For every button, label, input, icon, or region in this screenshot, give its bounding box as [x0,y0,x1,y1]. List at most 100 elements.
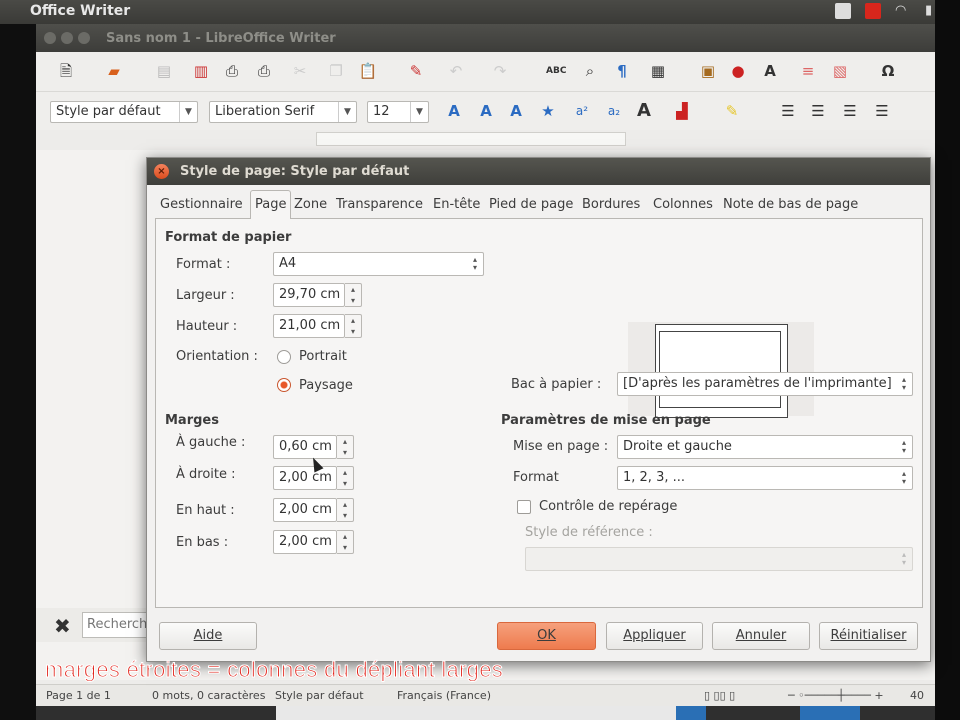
highlight-icon[interactable]: ▟ [672,101,692,121]
special-character-icon[interactable]: Ω [878,61,898,81]
close-icon[interactable]: × [154,164,169,179]
paper-format-select[interactable]: A4 ▴ ▾ [273,252,484,276]
tab-note-de-bas-de-page[interactable]: Note de bas de page [721,193,860,218]
page-layout-select[interactable]: Droite et gauche ▴ ▾ [617,435,913,459]
height-input[interactable]: 21,00 cm [273,314,345,338]
view-layout-icon[interactable]: ▯ ▯▯ ▯ [704,689,735,702]
align-left-icon[interactable]: ☰ [778,101,798,121]
tab-bordures[interactable]: Bordures [580,193,642,218]
print-preview-icon[interactable]: ⎙ [254,61,274,81]
undo-icon[interactable]: ↶ [446,61,466,81]
image-icon[interactable]: ▣ [698,61,718,81]
header-footer-icon[interactable]: ≡ [798,61,818,81]
tab-en-tete[interactable]: En-tête [431,193,482,218]
indicator-icon[interactable] [865,3,881,19]
landscape-radio[interactable] [277,378,291,392]
table-icon[interactable]: ▦ [648,61,668,81]
find-input[interactable]: Recherch [82,612,152,638]
font-size-combo[interactable]: 12 ▼ [367,101,429,123]
justify-icon[interactable]: ☰ [872,101,892,121]
portrait-radio[interactable] [277,350,291,364]
apply-button[interactable]: Appliquer [606,622,703,650]
zoom-level[interactable]: 40 [910,689,924,702]
margin-bottom-input[interactable]: 2,00 cm [273,530,337,554]
superscript-icon[interactable]: a² [572,101,592,121]
page-strip-accent [676,706,706,720]
chevron-down-icon[interactable]: ▼ [179,102,197,122]
page-style-status[interactable]: Style par défaut [275,689,364,702]
fontwork-icon[interactable]: A [760,61,780,81]
number-format-select[interactable]: 1, 2, 3, ... ▴ ▾ [617,466,913,490]
width-input[interactable]: 29,70 cm [273,283,345,307]
clone-format-icon[interactable]: ✎ [406,61,426,81]
cut-icon[interactable]: ✂ [290,61,310,81]
star-icon[interactable]: ★ [538,101,558,121]
margin-right-value: 2,00 cm [279,470,332,485]
margin-right-spinner[interactable]: ▴ ▾ [337,466,354,490]
margin-left-spinner[interactable]: ▴ ▾ [337,435,354,459]
chevron-down-icon[interactable]: ▼ [338,102,356,122]
print-icon[interactable]: ⎙ [222,61,242,81]
margin-right-input[interactable]: 2,00 cm [273,466,337,490]
page-count: Page 1 de 1 [46,689,111,702]
portrait-label[interactable]: Portrait [299,349,347,364]
save-icon[interactable]: ▤ [154,61,174,81]
notes-icon[interactable] [835,3,851,19]
reset-button[interactable]: Réinitialiser [819,622,918,650]
find-replace-icon[interactable]: ⌕ [580,61,600,81]
wifi-icon[interactable]: ◠ [895,3,911,19]
copy-icon[interactable]: ❐ [326,61,346,81]
shadow-font-icon[interactable]: A [476,101,496,121]
ok-button[interactable]: OK [497,622,596,650]
close-find-icon[interactable]: ✖ [54,614,71,638]
cancel-button[interactable]: Annuler [712,622,810,650]
spellcheck-icon[interactable]: ABC [546,61,566,81]
tab-colonnes[interactable]: Colonnes [651,193,715,218]
tab-gestionnaire[interactable]: Gestionnaire [158,193,245,218]
close-window-icon[interactable] [44,32,56,44]
chevron-down-icon[interactable]: ▼ [410,102,428,122]
tab-page[interactable]: Page [250,190,292,219]
help-button[interactable]: Aide [159,622,257,650]
margin-top-input[interactable]: 2,00 cm [273,498,337,522]
subscript-icon[interactable]: a₂ [604,101,624,121]
battery-icon[interactable]: ▮ [925,3,935,19]
outline-font-icon[interactable]: A [444,101,464,121]
landscape-label[interactable]: Paysage [299,378,353,393]
marker-icon[interactable]: ✎ [722,101,742,121]
font-name-combo[interactable]: Liberation Serif ▼ [209,101,357,123]
minimize-window-icon[interactable] [61,32,73,44]
tab-zone[interactable]: Zone [292,193,329,218]
ruler[interactable] [316,132,626,146]
underline-font-icon[interactable]: A [506,101,526,121]
paper-tray-select[interactable]: [D'après les paramètres de l'imprimante]… [617,372,913,396]
margin-bottom-label: En bas : [176,535,229,550]
maximize-window-icon[interactable] [78,32,90,44]
margin-top-spinner[interactable]: ▴ ▾ [337,498,354,522]
register-true-label[interactable]: Contrôle de repérage [539,499,677,514]
margin-bottom-spinner[interactable]: ▴ ▾ [337,530,354,554]
font-color-icon[interactable]: A [634,101,654,121]
height-spinner[interactable]: ▴ ▾ [345,314,362,338]
new-document-icon[interactable]: 🗎 [56,61,76,81]
open-folder-icon[interactable]: ▰ [104,61,124,81]
comment-icon[interactable]: ▧ [830,61,850,81]
chart-icon[interactable]: ● [728,61,748,81]
align-center-icon[interactable]: ☰ [808,101,828,121]
formatting-marks-icon[interactable]: ¶ [612,61,632,81]
align-right-icon[interactable]: ☰ [840,101,860,121]
standard-toolbar: 🗎 ▰ ▤ ▥ ⎙ ⎙ ✂ ❐ 📋 ✎ ↶ ↷ ABC ⌕ ¶ ▦ ▣ ● A … [36,52,935,92]
tab-pied-de-page[interactable]: Pied de page [487,193,575,218]
page-preview [628,322,814,418]
width-spinner[interactable]: ▴ ▾ [345,283,362,307]
register-true-checkbox[interactable] [517,500,531,514]
tab-transparence[interactable]: Transparence [334,193,425,218]
margin-left-input[interactable]: 0,60 cm [273,435,337,459]
redo-icon[interactable]: ↷ [490,61,510,81]
zoom-slider[interactable]: ─ ◦─────┼──── + [788,689,884,702]
export-pdf-icon[interactable]: ▥ [191,61,211,81]
paragraph-style-combo[interactable]: Style par défaut ▼ [50,101,198,123]
top-panel: Office Writer ◠ ▮ [0,0,935,24]
language-status[interactable]: Français (France) [397,689,491,702]
paste-icon[interactable]: 📋 [358,61,378,81]
